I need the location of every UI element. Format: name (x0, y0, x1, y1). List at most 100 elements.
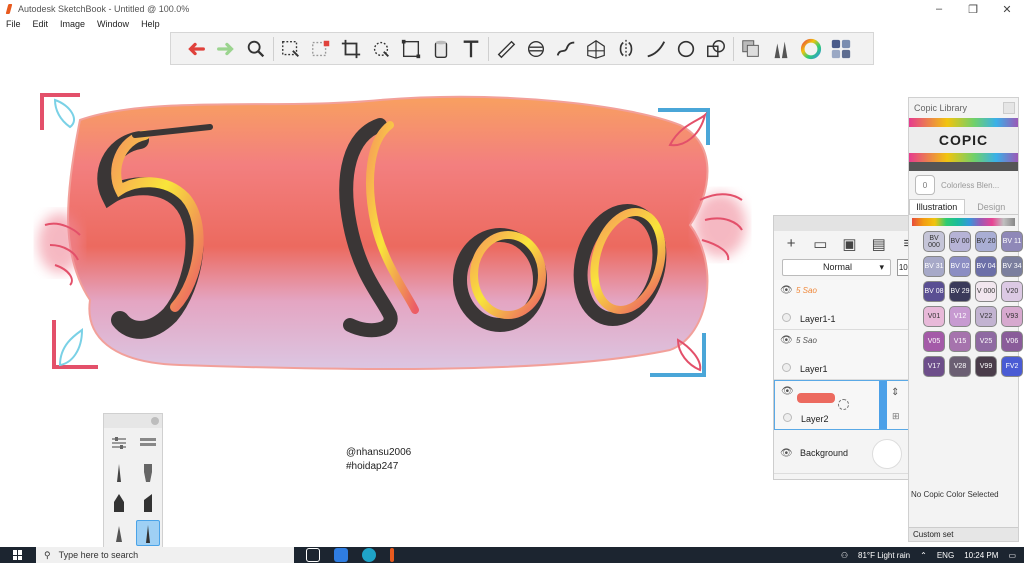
copic-swatch[interactable]: V01 (923, 306, 945, 327)
layer-row[interactable]: 👁 5 Sao Layer1 (774, 330, 916, 380)
menu-window[interactable]: Window (91, 17, 135, 32)
add-layer-icon[interactable]: + (782, 235, 800, 252)
eye-icon[interactable]: 👁 (780, 285, 793, 296)
perspective-icon[interactable] (581, 34, 611, 64)
chisel-brush-icon[interactable] (136, 490, 160, 516)
layer-handle[interactable] (879, 381, 887, 429)
copic-swatch[interactable]: V22 (975, 306, 997, 327)
menu-file[interactable]: File (0, 17, 27, 32)
colorless-blender[interactable]: 0 Colorless Blen... (909, 171, 1018, 199)
delete-layer-icon[interactable]: ▤ (870, 235, 888, 253)
copic-swatch[interactable]: V20 (1001, 281, 1023, 302)
copic-swatch[interactable]: BV 29 (949, 281, 971, 302)
symmetry-icon[interactable] (611, 34, 641, 64)
pencil-brush-icon[interactable] (107, 460, 131, 486)
taskbar-search[interactable]: ⚲ Type here to search (36, 547, 294, 563)
french-curve-icon[interactable] (551, 34, 581, 64)
copic-collapse-strip[interactable] (909, 162, 1018, 171)
lock-toggle[interactable] (782, 313, 791, 322)
menu-edit[interactable]: Edit (27, 17, 55, 32)
copic-swatch[interactable]: V93 (1001, 306, 1023, 327)
copic-swatch[interactable]: V17 (923, 356, 945, 377)
brush-palette-header[interactable] (104, 414, 162, 428)
fill-icon[interactable] (426, 34, 456, 64)
copic-swatch[interactable]: V99 (975, 356, 997, 377)
menu-help[interactable]: Help (135, 17, 166, 32)
close-icon[interactable] (1003, 102, 1015, 114)
zoom-icon[interactable] (241, 34, 271, 64)
copic-title-bar[interactable]: Copic Library (909, 98, 1018, 118)
distort-icon[interactable] (396, 34, 426, 64)
tab-illustration[interactable]: Illustration (909, 199, 965, 214)
custom-set-button[interactable]: Custom set (909, 527, 1018, 541)
undo-icon[interactable] (181, 34, 211, 64)
copic-swatch[interactable]: V06 (1001, 331, 1023, 352)
copic-swatch[interactable]: V05 (923, 331, 945, 352)
ruler-icon[interactable] (491, 34, 521, 64)
copic-swatch[interactable]: V 000 (975, 281, 997, 302)
copic-swatch[interactable]: V28 (949, 356, 971, 377)
lock-toggle[interactable] (783, 413, 792, 422)
select-rect-icon[interactable] (276, 34, 306, 64)
copic-swatch[interactable]: BV 08 (923, 281, 945, 302)
copic-swatch[interactable]: FV2 (1001, 356, 1023, 377)
stroke-icon[interactable] (641, 34, 671, 64)
copic-swatch[interactable]: BV 00 (949, 231, 971, 252)
transform-icon[interactable] (366, 34, 396, 64)
copic-swatch[interactable]: BV 000 (923, 231, 945, 252)
ellipse-guide-icon[interactable] (521, 34, 551, 64)
people-icon[interactable]: ⚇ (841, 551, 848, 560)
copic-swatch[interactable]: BV 11 (1001, 231, 1023, 252)
background-color-swatch[interactable] (872, 439, 902, 469)
copic-swatch[interactable]: BV 04 (975, 256, 997, 277)
add-group-icon[interactable]: ▭ (811, 235, 829, 253)
layer-row[interactable]: 👁 5 Sao Layer1-1 (774, 280, 916, 330)
start-button[interactable] (0, 547, 36, 563)
eye-icon[interactable]: 👁 (781, 386, 794, 397)
lock-toggle[interactable] (782, 363, 791, 372)
copic-swatch[interactable]: V12 (949, 306, 971, 327)
close-button[interactable]: ✕ (990, 0, 1024, 18)
eye-icon[interactable]: 👁 (780, 335, 793, 346)
language-indicator[interactable]: ENG (937, 551, 954, 560)
copic-swatch[interactable]: BV 20 (975, 231, 997, 252)
copic-swatch[interactable]: BV 34 (1001, 256, 1023, 277)
edge-icon[interactable] (362, 548, 376, 562)
brushes-icon[interactable] (766, 34, 796, 64)
menu-image[interactable]: Image (54, 17, 91, 32)
zalo-icon[interactable] (334, 548, 348, 562)
airbrush-icon[interactable] (136, 460, 160, 486)
chevron-up-icon[interactable]: ⌃ (920, 551, 927, 560)
minimize-button[interactable]: – (922, 0, 956, 18)
weather-status[interactable]: 81°F Light rain (858, 551, 910, 560)
task-view-icon[interactable] (306, 548, 320, 562)
layer-editor-header[interactable] (774, 216, 925, 231)
brush-properties-icon[interactable] (107, 430, 131, 456)
move-layer-icon[interactable]: ⇕ (891, 387, 899, 398)
eye-icon[interactable]: 👁 (780, 448, 793, 459)
layer-row-selected[interactable]: 👁 Layer2 ⇕ ⊞ (774, 380, 913, 430)
shapes-icon[interactable] (701, 34, 731, 64)
background-layer[interactable]: 👁 Background (774, 435, 916, 471)
maximize-button[interactable]: ❐ (956, 0, 990, 18)
copic-swatch[interactable]: V25 (975, 331, 997, 352)
color-wheel-icon[interactable] (796, 34, 826, 64)
clock[interactable]: 10:24 PM (964, 551, 998, 560)
crop-icon[interactable] (336, 34, 366, 64)
sketchbook-taskbar-icon[interactable] (390, 548, 394, 562)
tab-design[interactable]: Design (965, 199, 1019, 214)
redo-icon[interactable] (211, 34, 241, 64)
copic-library-icon[interactable] (826, 34, 856, 64)
ellipse-shape-icon[interactable] (671, 34, 701, 64)
close-icon[interactable] (151, 417, 159, 425)
copic-swatch[interactable]: BV 31 (923, 256, 945, 277)
pen-brush-icon[interactable] (107, 520, 131, 546)
copic-swatch[interactable]: V15 (949, 331, 971, 352)
color-family-strip[interactable] (912, 218, 1015, 226)
merge-layer-icon[interactable]: ⊞ (892, 411, 900, 422)
copic-swatch[interactable]: BV 02 (949, 256, 971, 277)
ink-brush-icon[interactable] (135, 520, 160, 546)
layers-icon[interactable] (736, 34, 766, 64)
brush-library-icon[interactable] (136, 430, 160, 456)
marker-brush-icon[interactable] (107, 490, 131, 516)
